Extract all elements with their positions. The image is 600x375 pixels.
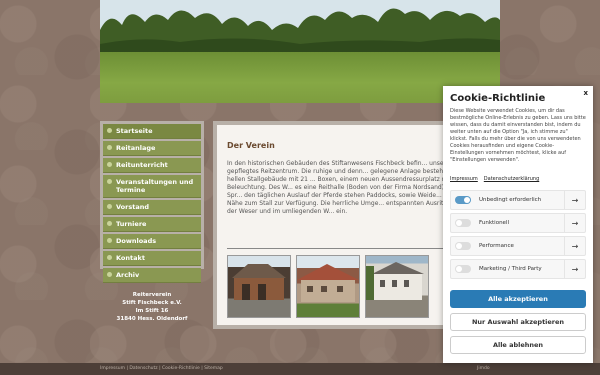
nav-item-label: Vorstand (116, 203, 149, 211)
category-label: Marketing / Third Party (479, 266, 542, 272)
gallery-photo-farmhouse[interactable] (296, 255, 360, 318)
nav-item-vorstand[interactable]: Vorstand (103, 200, 201, 215)
arrow-right-icon[interactable]: → (564, 260, 585, 278)
accept-selection-button[interactable]: Nur Auswahl akzeptieren (450, 313, 586, 331)
arrow-right-icon[interactable]: → (564, 214, 585, 232)
nav-item-downloads[interactable]: Downloads (103, 234, 201, 249)
nav-item-label: Downloads (116, 237, 157, 245)
bullet-icon (107, 179, 112, 184)
nav-item-label: Reitunterricht (116, 161, 168, 169)
nav-item-label: Veranstaltungen und Termine (116, 178, 194, 194)
nav-item-veranstaltungen[interactable]: Veranstaltungen und Termine (103, 175, 201, 198)
cookie-links: Impressum Datenschutzerklärung (450, 176, 586, 182)
privacy-link[interactable]: Datenschutzerklärung (484, 176, 539, 182)
impressum-link[interactable]: Impressum (450, 176, 478, 182)
footer-links[interactable]: Impressum | Datenschutz | Cookie-Richtli… (100, 366, 223, 371)
nav-item-label: Startseite (116, 127, 153, 135)
nav-item-reitunterricht[interactable]: Reitunterricht (103, 158, 201, 173)
nav-item-label: Reitanlage (116, 144, 156, 152)
bullet-icon (107, 238, 112, 243)
toggle-switch-marketing[interactable] (455, 265, 471, 273)
bullet-icon (107, 128, 112, 133)
arrow-right-icon[interactable]: → (564, 237, 585, 255)
bullet-icon (107, 204, 112, 209)
reject-all-button[interactable]: Alle ablehnen (450, 336, 586, 354)
bullet-icon (107, 221, 112, 226)
page-footer: Impressum | Datenschutz | Cookie-Richtli… (0, 363, 600, 375)
bullet-icon (107, 162, 112, 167)
address-line: Reiterverein (132, 292, 172, 298)
cookie-category-necessary: Unbedingt erforderlich → (450, 190, 586, 210)
category-label: Performance (479, 243, 514, 249)
farmhouse-graphic (297, 264, 359, 302)
nav-item-kontakt[interactable]: Kontakt (103, 251, 201, 266)
nav-item-startseite[interactable]: Startseite (103, 124, 201, 139)
cookie-category-functional: Funktionell → (450, 213, 586, 233)
bullet-icon (107, 255, 112, 260)
cookie-category-performance: Performance → (450, 236, 586, 256)
toggle-switch-performance[interactable] (455, 242, 471, 250)
toggle-switch-necessary[interactable] (455, 196, 471, 204)
main-navigation: Startseite Reitanlage Reitunterricht Ver… (100, 121, 204, 283)
toggle-switch-functional[interactable] (455, 219, 471, 227)
bullet-icon (107, 145, 112, 150)
address-line: 31840 Hess. Oldendorf (116, 316, 188, 322)
manor-graphic (366, 262, 424, 300)
hero-image (100, 0, 500, 103)
cookie-description: Diese Website verwendet Cookies, um dir … (450, 108, 586, 163)
tree-line-graphic (100, 0, 500, 60)
nav-item-turniere[interactable]: Turniere (103, 217, 201, 232)
arrow-right-icon[interactable]: → (564, 191, 585, 209)
club-address: Reiterverein Stift Fischbeck e.V. Im Sti… (100, 291, 204, 323)
footer-brand[interactable]: Jimdo (477, 366, 490, 371)
gallery-photo-manor[interactable] (365, 255, 429, 318)
stable-building-graphic (232, 264, 286, 300)
cookie-dialog: x Cookie-Richtlinie Diese Website verwen… (443, 86, 593, 363)
cookie-category-marketing: Marketing / Third Party → (450, 259, 586, 279)
address-line: Im Stift 16 (135, 308, 169, 314)
lawn-area (100, 52, 500, 103)
nav-item-archiv[interactable]: Archiv (103, 268, 201, 283)
accept-all-button[interactable]: Alle akzeptieren (450, 290, 586, 308)
address-line: Stift Fischbeck e.V. (122, 300, 182, 306)
nav-item-label: Turniere (116, 220, 147, 228)
nav-item-reitanlage[interactable]: Reitanlage (103, 141, 201, 156)
category-label: Unbedingt erforderlich (479, 197, 542, 203)
bullet-icon (107, 272, 112, 277)
nav-item-label: Archiv (116, 271, 140, 279)
nav-item-label: Kontakt (116, 254, 145, 262)
category-label: Funktionell (479, 220, 509, 226)
cookie-title: Cookie-Richtlinie (450, 93, 546, 104)
gallery-photo-stable[interactable] (227, 255, 291, 318)
close-icon[interactable]: x (583, 89, 588, 97)
